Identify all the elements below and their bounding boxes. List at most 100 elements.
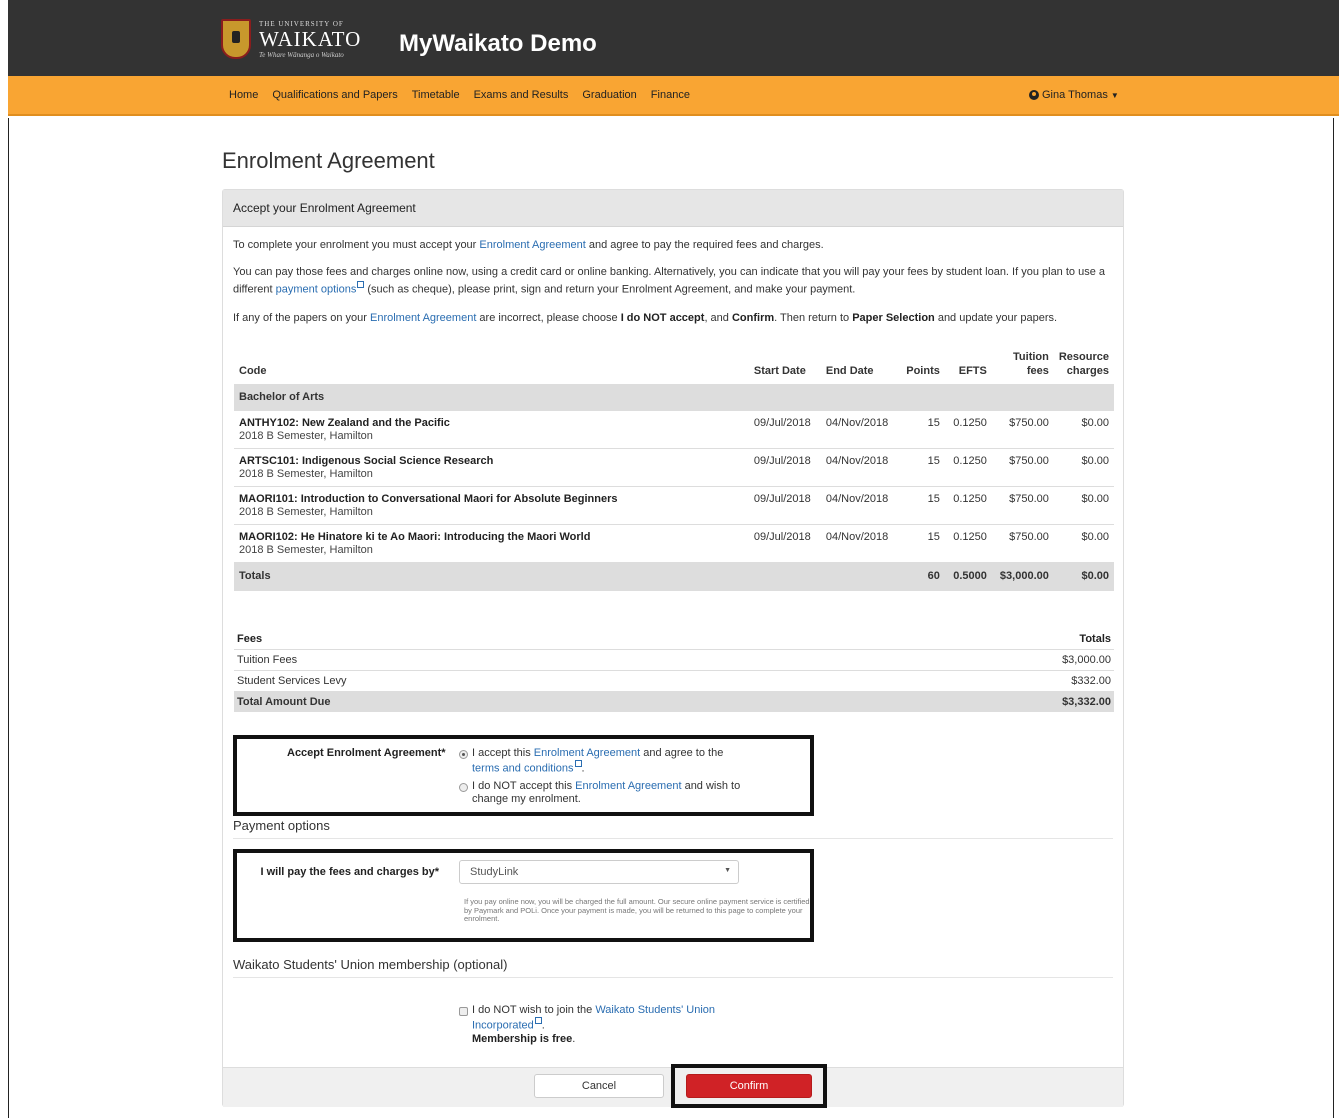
fees-col-label: Fees [237,633,263,645]
payment-selected-value: StudyLink [470,866,519,878]
points: 15 [900,410,945,449]
end-date: 04/Nov/2018 [820,448,901,487]
logo-name: WAIKATO [259,27,362,51]
intro-paragraph-2: You can pay those fees and charges onlin… [233,264,1113,299]
totals-row: Totals 60 0.5000 $3,000.00 $0.00 [234,562,1114,591]
start-date: 09/Jul/2018 [748,410,821,449]
total-resource: $0.00 [1053,562,1114,591]
enrolment-agreement-link-3[interactable]: Enrolment Agreement [534,747,640,759]
enrolment-panel: Accept your Enrolment Agreement To compl… [222,189,1124,1108]
intro1-text-b: and agree to pay the required fees and c… [585,239,824,251]
intro3-text-a: If any of the papers on your [233,312,370,324]
qualification-group-row: Bachelor of Arts [234,384,1114,411]
membership-free-text: Membership is free [472,1032,573,1045]
paper-occurrence: 2018 B Semester, Hamilton [239,544,373,556]
payment-label: I will pay the fees and charges by* [260,866,439,878]
university-logo[interactable]: THE UNIVERSITY OF WAIKATO Te Whare Wānan… [221,19,381,63]
nav-exams[interactable]: Exams and Results [474,89,576,101]
cancel-button[interactable]: Cancel [534,1074,664,1098]
union-option-text[interactable]: I do NOT wish to join the Waikato Studen… [472,1004,732,1046]
col-points: Points [906,365,940,377]
total-efts: 0.5000 [944,562,992,591]
resource-charge: $0.00 [1053,448,1114,487]
total-points: 60 [900,562,945,591]
enrolment-agreement-link-1[interactable]: Enrolment Agreement [479,239,585,251]
start-date: 09/Jul/2018 [748,486,821,525]
efts: 0.1250 [944,524,992,563]
page-border-right [1333,118,1334,1118]
external-link-icon [534,1017,542,1024]
confirm-button[interactable]: Confirm [686,1074,812,1098]
table-row: ANTHY102: New Zealand and the Pacific 201… [234,410,1114,449]
accept-radio[interactable] [459,750,468,759]
paper-occurrence: 2018 B Semester, Hamilton [239,430,373,442]
nav-finance[interactable]: Finance [651,89,697,101]
caret-down-icon: ▼ [1110,90,1119,100]
paper-name: MAORI102: He Hinatore ki te Ao Maori: In… [239,531,591,543]
resource-charge: $0.00 [1053,410,1114,449]
col-tuition: Tuition fees [1013,351,1049,377]
col-efts: EFTS [958,365,987,377]
crest-icon [221,19,251,59]
app-title[interactable]: MyWaikato Demo [399,30,597,58]
table-row: Tuition Fees $3,000.00 [234,649,1114,671]
panel-heading: Accept your Enrolment Agreement [223,190,1123,227]
table-row: MAORI101: Introduction to Conversational… [234,486,1114,525]
fee-value: $332.00 [830,670,1114,692]
start-date: 09/Jul/2018 [748,448,821,487]
start-date: 09/Jul/2018 [748,524,821,563]
points: 15 [900,486,945,525]
points: 15 [900,524,945,563]
table-row: Student Services Levy $332.00 [234,670,1114,692]
user-menu[interactable]: Gina Thomas ▼ [1029,89,1119,101]
enrolment-agreement-link-2[interactable]: Enrolment Agreement [370,312,476,324]
fees-table: Fees Totals Tuition Fees $3,000.00 Stude… [234,630,1114,712]
terms-conditions-link[interactable]: terms and conditions [472,763,574,775]
decline-radio[interactable] [459,783,468,792]
resource-charge: $0.00 [1053,486,1114,525]
qualification-name: Bachelor of Arts [234,384,1114,411]
points: 15 [900,448,945,487]
end-date: 04/Nov/2018 [820,486,901,525]
union-optout-checkbox[interactable] [459,1007,468,1016]
paper-occurrence: 2018 B Semester, Hamilton [239,506,373,518]
nav-timetable[interactable]: Timetable [412,89,467,101]
fee-value: $3,000.00 [830,649,1114,671]
resource-charge: $0.00 [1053,524,1114,563]
col-start: Start Date [753,365,806,377]
paper-occurrence: 2018 B Semester, Hamilton [239,468,373,480]
intro-paragraph-3: If any of the papers on your Enrolment A… [233,310,1113,327]
accept-option-text[interactable]: I accept this Enrolment Agreement and ag… [472,747,742,776]
union-section-title: Waikato Students' Union membership (opti… [233,957,1113,978]
payment-method-select[interactable]: StudyLink ▼ [459,860,739,884]
external-link-icon [357,281,365,288]
fees-total-row: Total Amount Due $3,332.00 [234,691,1114,712]
intro3-bold-1: I do NOT accept [620,312,705,324]
total-due-value: $3,332.00 [830,691,1114,712]
main-nav: Home Qualifications and Papers Timetable… [8,76,1339,116]
fees-col-total: Totals [1079,633,1111,645]
tuition-fee: $750.00 [991,486,1054,525]
fee-label: Student Services Levy [234,670,831,692]
nav-graduation[interactable]: Graduation [582,89,643,101]
nav-home[interactable]: Home [229,89,265,101]
intro3-text-d: . Then return to [774,312,853,324]
payment-section-title: Payment options [233,818,1113,839]
intro-paragraph-1: To complete your enrolment you must acce… [233,237,1113,254]
col-end: End Date [825,365,874,377]
paper-name: ANTHY102: New Zealand and the Pacific [239,417,450,429]
intro3-text-b: are incorrect, please choose [476,312,621,324]
paper-name: ARTSC101: Indigenous Social Science Rese… [239,455,494,467]
enrolment-agreement-link-4[interactable]: Enrolment Agreement [575,780,681,792]
payment-options-link[interactable]: payment options [276,284,357,296]
efts: 0.1250 [944,486,992,525]
end-date: 04/Nov/2018 [820,410,901,449]
decline-option-text[interactable]: I do NOT accept this Enrolment Agreement… [472,780,742,806]
nav-qualifications[interactable]: Qualifications and Papers [272,89,404,101]
external-link-icon [574,760,582,767]
page-title: Enrolment Agreement [222,148,435,173]
tuition-fee: $750.00 [991,410,1054,449]
total-due-label: Total Amount Due [234,691,831,712]
intro3-text-e: and update your papers. [934,312,1058,324]
tuition-fee: $750.00 [991,524,1054,563]
